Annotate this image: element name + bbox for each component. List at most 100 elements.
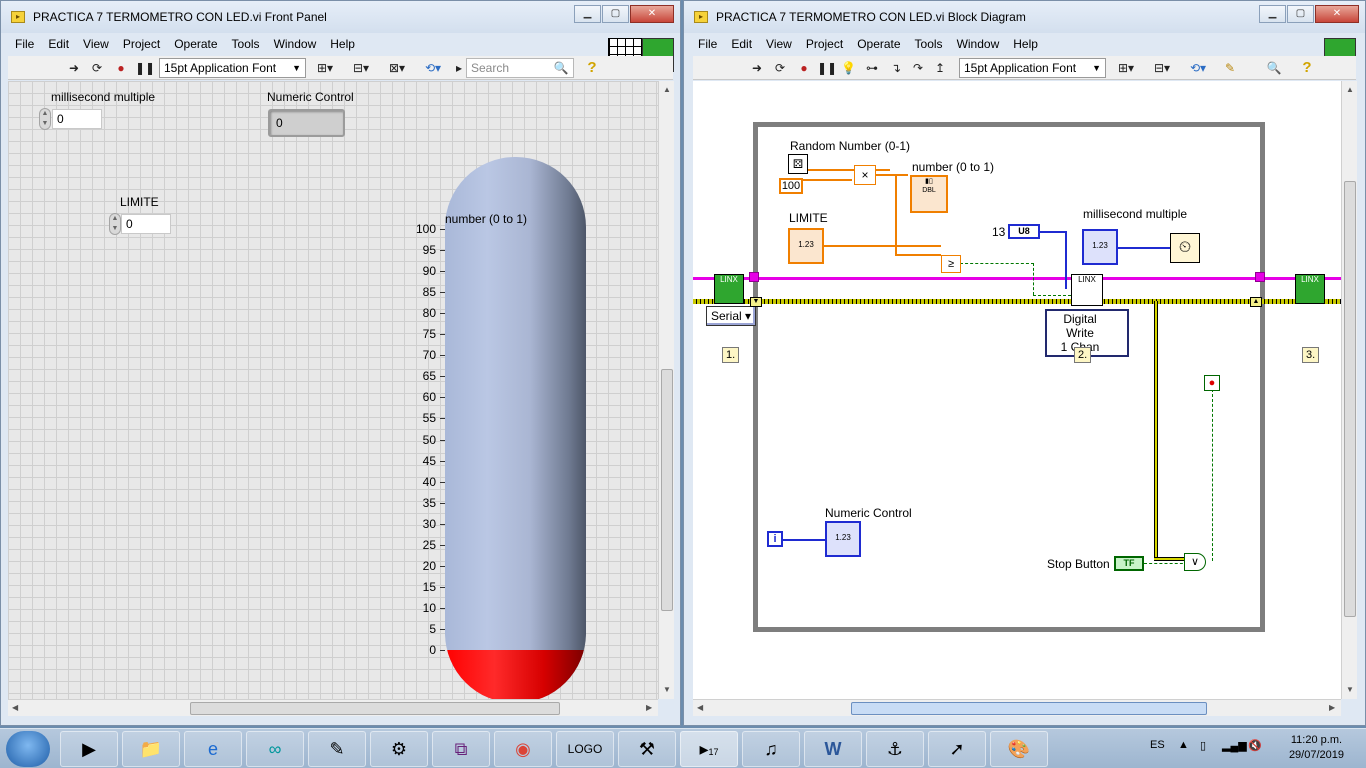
green-arrow-app-icon[interactable]: ➚	[928, 731, 986, 767]
wait-ms-icon[interactable]: ⏲	[1170, 233, 1200, 263]
block-diagram-titlebar[interactable]: ▸ PRACTICA 7 TERMOMETRO CON LED.vi Block…	[684, 1, 1365, 33]
multiply-icon[interactable]: ×	[854, 165, 876, 185]
menu-project[interactable]: Project	[806, 35, 843, 53]
menu-window[interactable]: Window	[274, 35, 317, 53]
block-diagram-vertical-scrollbar[interactable]: ▲ ▼	[1341, 81, 1357, 699]
maximize-button[interactable]: ▢	[602, 5, 629, 23]
number-tank-terminal[interactable]: ▮▯ DBL	[910, 175, 948, 213]
word-icon[interactable]: W	[804, 731, 862, 767]
step-out-icon[interactable]: ↥	[931, 59, 949, 77]
front-panel-horizontal-scrollbar[interactable]: ◀ ▶	[8, 699, 658, 716]
menu-project[interactable]: Project	[123, 35, 160, 53]
const-wire[interactable]	[800, 179, 852, 181]
media-player-icon[interactable]: ▶	[60, 731, 118, 767]
serial-ring[interactable]: Serial ▾	[706, 306, 757, 326]
labview-taskbar-icon[interactable]: ▸17	[680, 731, 738, 767]
reorder-icon[interactable]: ⟲▾	[1185, 59, 1211, 77]
product-wire-down[interactable]	[895, 174, 897, 254]
arduino-icon[interactable]: ∞	[246, 731, 304, 767]
menu-edit[interactable]: Edit	[731, 35, 752, 53]
font-selector[interactable]: 15pt Application Font ▼	[159, 58, 306, 78]
dice-icon[interactable]: ⚄	[788, 154, 808, 174]
clean-up-diagram-icon[interactable]: ✎	[1219, 59, 1241, 77]
u8-wire[interactable]	[1039, 231, 1066, 233]
scroll-up-icon[interactable]: ▲	[663, 85, 671, 94]
system-clock[interactable]: 11:20 p.m. 29/07/2019	[1289, 733, 1344, 763]
u8-wire-down[interactable]	[1065, 231, 1067, 289]
maximize-button[interactable]: ▢	[1287, 5, 1314, 23]
chrome-icon[interactable]: ◉	[494, 731, 552, 767]
stop-button-terminal[interactable]: TF	[1114, 556, 1144, 571]
scroll-right-icon[interactable]: ▶	[646, 703, 652, 712]
context-help-icon[interactable]: ?	[584, 59, 600, 77]
run-arrow-icon[interactable]: ➜	[66, 59, 82, 77]
menu-help[interactable]: Help	[330, 35, 355, 53]
product-wire[interactable]	[876, 174, 908, 176]
front-panel-vertical-scrollbar[interactable]: ▲ ▼	[658, 81, 674, 699]
run-arrow-icon[interactable]: ➜	[749, 59, 765, 77]
millisecond-wire[interactable]	[1118, 247, 1170, 249]
paint-icon[interactable]: 🎨	[990, 731, 1048, 767]
toolbar-expand-icon[interactable]: ▸	[455, 59, 463, 77]
retain-wire-values-icon[interactable]: ⊶	[863, 59, 881, 77]
tunnel-right-icon[interactable]: ▲	[1250, 297, 1262, 307]
scroll-left-icon[interactable]: ◀	[12, 703, 18, 712]
or-gate-icon[interactable]: ∨	[1184, 553, 1206, 571]
limite-input[interactable]: 0	[121, 214, 171, 234]
stop-wire[interactable]	[1144, 563, 1188, 564]
iteration-terminal[interactable]: i	[767, 531, 783, 547]
error-wire-vertical[interactable]	[1154, 301, 1158, 559]
minimize-button[interactable]: ▁	[574, 5, 601, 23]
font-selector[interactable]: 15pt Application Font ▼	[959, 58, 1106, 78]
settings-app-icon[interactable]: ⚙	[370, 731, 428, 767]
tunnel-left-icon[interactable]: ▼	[750, 297, 762, 307]
horizontal-scroll-thumb[interactable]	[851, 702, 1207, 715]
minimize-button[interactable]: ▁	[1259, 5, 1286, 23]
internet-explorer-icon[interactable]: e	[184, 731, 242, 767]
start-button[interactable]	[6, 731, 50, 767]
close-button[interactable]: ✕	[630, 5, 674, 23]
u8-constant[interactable]: U8	[1008, 224, 1040, 239]
menu-operate[interactable]: Operate	[857, 35, 900, 53]
run-continuously-icon[interactable]: ⟳	[771, 59, 789, 77]
limite-spinner[interactable]: ▲ ▼	[109, 213, 121, 235]
network-icon[interactable]: ▂▄▆	[1222, 739, 1247, 752]
search-icon[interactable]: 🔍	[552, 59, 570, 77]
menu-file[interactable]: File	[698, 35, 717, 53]
menu-operate[interactable]: Operate	[174, 35, 217, 53]
greater-equal-icon[interactable]: ≥	[941, 255, 961, 273]
itunes-icon[interactable]: ♫	[742, 731, 800, 767]
scroll-down-icon[interactable]: ▼	[1346, 685, 1354, 694]
boolean-wire[interactable]	[960, 263, 1034, 264]
robot-arm-icon[interactable]: ⚒	[618, 731, 676, 767]
error-cluster-wire[interactable]	[693, 299, 1341, 304]
iteration-wire[interactable]	[782, 539, 826, 541]
menu-tools[interactable]: Tools	[915, 35, 943, 53]
step-over-icon[interactable]: ↷	[909, 59, 927, 77]
stop-condition-wire[interactable]	[1212, 389, 1213, 561]
tools-app-icon[interactable]: ✎	[308, 731, 366, 767]
highlight-execution-icon[interactable]: 💡	[841, 59, 856, 77]
shift-register-pink[interactable]	[749, 272, 759, 282]
context-help-icon[interactable]: ?	[1299, 59, 1315, 77]
reorder-icon[interactable]: ⟲▾	[420, 59, 446, 77]
millisecond-spinner[interactable]: ▲ ▼	[39, 108, 51, 130]
resize-objects-icon[interactable]: ⊠▾	[384, 59, 410, 77]
battery-icon[interactable]: ▯	[1200, 739, 1206, 752]
search-icon[interactable]: 🔍	[1265, 59, 1283, 77]
linx-resource-wire[interactable]	[693, 277, 1341, 280]
scroll-right-icon[interactable]: ▶	[1329, 703, 1335, 712]
millisecond-terminal[interactable]: 1.23	[1082, 229, 1118, 265]
logo-soft-icon[interactable]: LOGO	[556, 731, 614, 767]
front-panel-titlebar[interactable]: ▸ PRACTICA 7 TERMOMETRO CON LED.vi Front…	[1, 1, 680, 33]
linx-close-icon[interactable]: LINX	[1295, 274, 1325, 304]
align-objects-icon[interactable]: ⊞▾	[1113, 59, 1139, 77]
millisecond-input[interactable]: 0	[52, 109, 102, 129]
linx-open-icon[interactable]: LINX	[714, 274, 744, 304]
pause-icon[interactable]: ❚❚	[135, 59, 155, 77]
linx-digital-write-icon[interactable]: LINX	[1071, 274, 1103, 306]
scroll-down-icon[interactable]: ▼	[663, 685, 671, 694]
menu-file[interactable]: File	[15, 35, 34, 53]
scroll-up-icon[interactable]: ▲	[1346, 85, 1354, 94]
numeric-control-terminal[interactable]: 1.23	[825, 521, 861, 557]
